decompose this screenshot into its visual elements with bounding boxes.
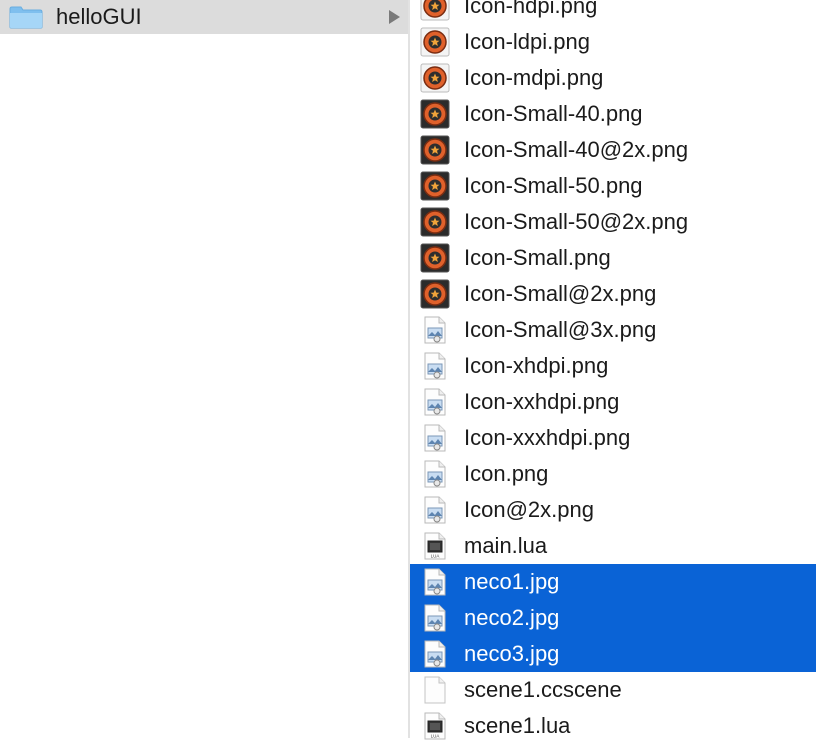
file-name: Icon-Small-50@2x.png bbox=[464, 209, 689, 234]
sidebar-column: helloGUI bbox=[0, 0, 408, 738]
file-row[interactable]: LUA scene1.lua bbox=[410, 708, 816, 744]
app-icon-dark bbox=[420, 99, 450, 129]
file-row[interactable]: Icon-ldpi.png bbox=[410, 24, 816, 60]
app-icon-dark bbox=[420, 171, 450, 201]
file-name: Icon-Small-40.png bbox=[464, 101, 643, 126]
file-row[interactable]: Icon-Small-50.png bbox=[410, 168, 816, 204]
file-name: Icon-Small@2x.png bbox=[464, 281, 657, 306]
image-file-icon bbox=[420, 315, 450, 345]
chevron-right-icon[interactable] bbox=[389, 10, 400, 24]
file-row[interactable]: neco2.jpg bbox=[410, 600, 816, 636]
image-file-icon bbox=[420, 459, 450, 489]
lua-file-icon: LUA bbox=[420, 531, 450, 561]
app-icon bbox=[420, 0, 450, 21]
file-row[interactable]: neco3.jpg bbox=[410, 636, 816, 672]
file-name: scene1.lua bbox=[464, 713, 571, 738]
file-row[interactable]: Icon-mdpi.png bbox=[410, 60, 816, 96]
app-icon-dark bbox=[420, 135, 450, 165]
lua-file-icon: LUA bbox=[420, 711, 450, 741]
file-name: Icon-Small-50.png bbox=[464, 173, 643, 198]
file-name: Icon.png bbox=[464, 461, 549, 486]
file-row[interactable]: Icon-xhdpi.png bbox=[410, 348, 816, 384]
file-row[interactable]: Icon@2x.png bbox=[410, 492, 816, 528]
file-name: Icon-xhdpi.png bbox=[464, 353, 609, 378]
file-row[interactable]: Icon-Small@2x.png bbox=[410, 276, 816, 312]
image-file-icon bbox=[420, 603, 450, 633]
image-file-icon bbox=[420, 639, 450, 669]
app-icon-dark bbox=[420, 279, 450, 309]
image-file-icon bbox=[420, 387, 450, 417]
file-name: Icon-Small.png bbox=[464, 245, 611, 270]
file-row[interactable]: Icon-Small-40.png bbox=[410, 96, 816, 132]
file-name: Icon-hdpi.png bbox=[464, 0, 598, 18]
file-name: Icon-ldpi.png bbox=[464, 29, 590, 54]
file-name: Icon-mdpi.png bbox=[464, 65, 604, 90]
file-row[interactable]: Icon-Small.png bbox=[410, 240, 816, 276]
file-row[interactable]: Icon-Small-50@2x.png bbox=[410, 204, 816, 240]
file-row[interactable]: Icon-xxxhdpi.png bbox=[410, 420, 816, 456]
app-icon-dark bbox=[420, 207, 450, 237]
file-row[interactable]: Icon-Small@3x.png bbox=[410, 312, 816, 348]
svg-text:LUA: LUA bbox=[431, 554, 440, 559]
file-name: scene1.ccscene bbox=[464, 677, 622, 702]
image-file-icon bbox=[420, 495, 450, 525]
folder-row-hellogui[interactable]: helloGUI bbox=[0, 0, 408, 34]
image-file-icon bbox=[420, 567, 450, 597]
file-name: Icon-Small@3x.png bbox=[464, 317, 657, 342]
folder-label: helloGUI bbox=[56, 4, 142, 29]
file-row[interactable]: neco1.jpg bbox=[410, 564, 816, 600]
file-list: Icon-hdpi.png Icon-ldpi.png Icon-mdpi.png I… bbox=[410, 0, 824, 740]
file-row[interactable]: scene1.ccscene bbox=[410, 672, 816, 708]
file-name: neco1.jpg bbox=[464, 569, 560, 594]
file-row[interactable]: Icon-hdpi.png bbox=[410, 0, 816, 24]
app-icon-dark bbox=[420, 243, 450, 273]
folder-icon bbox=[9, 6, 43, 29]
file-row[interactable]: Icon-Small-40@2x.png bbox=[410, 132, 816, 168]
image-file-icon bbox=[420, 423, 450, 453]
file-name: Icon-xxxhdpi.png bbox=[464, 425, 631, 450]
blank-file-icon bbox=[420, 675, 450, 705]
image-file-icon bbox=[420, 351, 450, 381]
file-name: Icon@2x.png bbox=[464, 497, 594, 522]
app-icon bbox=[420, 27, 450, 57]
file-row[interactable]: Icon.png bbox=[410, 456, 816, 492]
file-row[interactable]: LUA main.lua bbox=[410, 528, 816, 564]
file-name: neco2.jpg bbox=[464, 605, 560, 630]
file-name: Icon-Small-40@2x.png bbox=[464, 137, 689, 162]
file-name: neco3.jpg bbox=[464, 641, 560, 666]
file-name: main.lua bbox=[464, 533, 548, 558]
app-icon bbox=[420, 63, 450, 93]
file-row[interactable]: Icon-xxhdpi.png bbox=[410, 384, 816, 420]
file-name: Icon-xxhdpi.png bbox=[464, 389, 620, 414]
